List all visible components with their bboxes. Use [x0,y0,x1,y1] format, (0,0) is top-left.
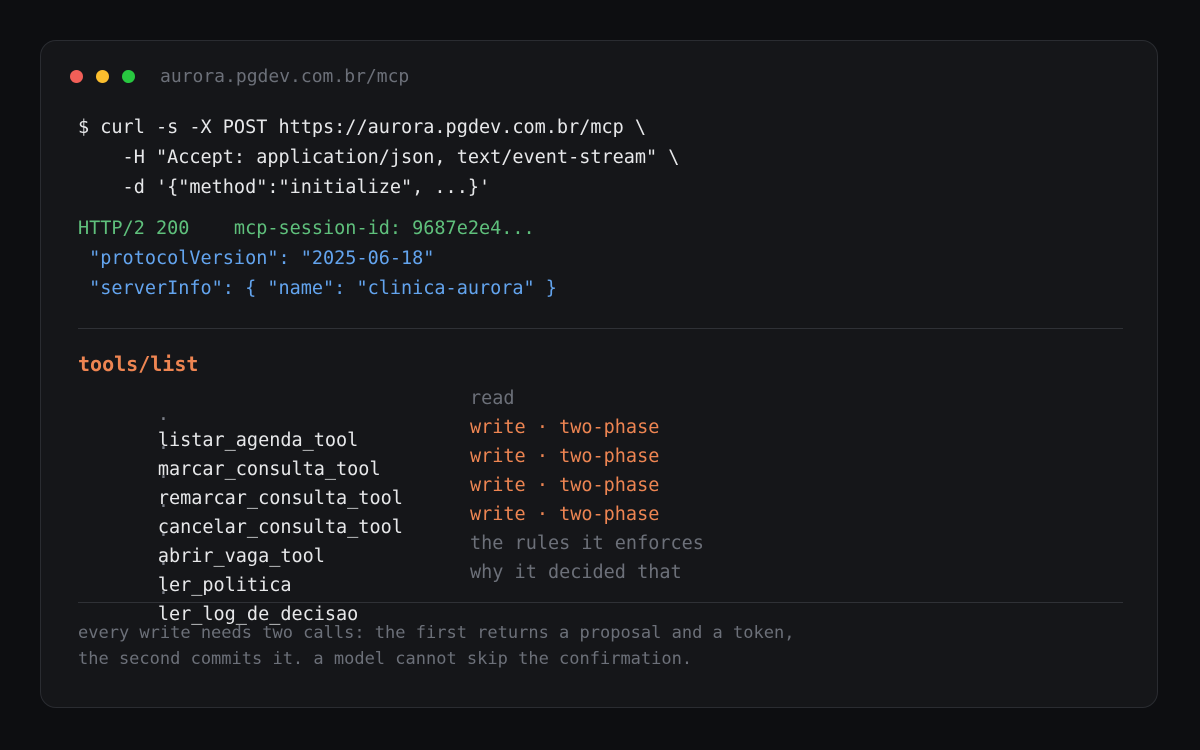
footnote-line: every write needs two calls: the first r… [78,623,795,643]
close-dot-icon[interactable] [70,70,83,83]
tool-mode: write · two-phase [470,475,660,496]
request-line: -H "Accept: application/json, text/event… [78,147,680,168]
tool-item[interactable]: · cancelar_consulta_tool write · two-pha… [91,475,660,538]
request-line: $ curl -s -X POST https://aurora.pgdev.c… [78,117,647,138]
terminal-window: aurora.pgdev.com.br/mcp $ curl -s -X POS… [40,40,1158,708]
minimize-dot-icon[interactable] [96,70,109,83]
tool-item[interactable]: · remarcar_consulta_tool write · two-pha… [91,446,660,509]
tool-mode: why it decided that [470,562,682,583]
footnote-line: the second commits it. a model cannot sk… [78,649,693,669]
tool-item[interactable]: · ler_log_de_decisao why it decided that [91,562,682,625]
tool-mode: write · two-phase [470,417,660,438]
window-url: aurora.pgdev.com.br/mcp [160,66,410,87]
tool-item[interactable]: · listar_agenda_tool read [91,388,515,451]
tool-item[interactable]: · marcar_consulta_tool write · two-phase [91,417,660,480]
tool-mode: the rules it enforces [470,533,704,554]
response-status: HTTP/2 200 mcp-session-id: 9687e2e4... [78,218,535,239]
divider [78,328,1123,329]
tool-item[interactable]: · ler_politica the rules it enforces [91,533,704,596]
title-bar: aurora.pgdev.com.br/mcp [41,63,1157,93]
maximize-dot-icon[interactable] [122,70,135,83]
response-body-line: "protocolVersion": "2025-06-18" [78,248,435,269]
tool-mode: read [470,388,515,409]
request-line: -d '{"method":"initialize", ...}' [78,177,491,198]
response-body-line: "serverInfo": { "name": "clinica-aurora"… [78,278,557,299]
tool-item[interactable]: · abrir_vaga_tool write · two-phase [91,504,660,567]
tool-mode: write · two-phase [470,446,660,467]
bullet-icon: · [157,583,181,604]
tools-list-title: tools/list [78,352,199,376]
tool-name: ler_log_de_decisao [157,604,359,625]
divider [78,602,1123,603]
tool-mode: write · two-phase [470,504,660,525]
